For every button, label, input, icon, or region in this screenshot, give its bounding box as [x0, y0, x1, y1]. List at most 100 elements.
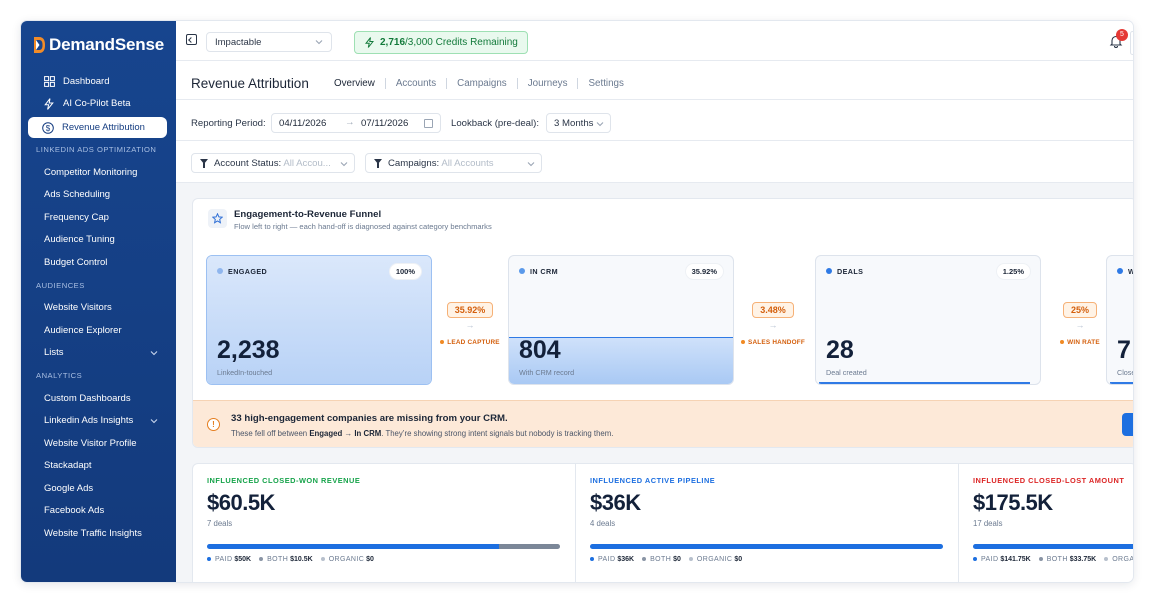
- sidebar-item-audience-tuning[interactable]: Audience Tuning: [21, 229, 176, 252]
- stage-fill-bar: [1110, 382, 1133, 384]
- paid-dot-icon: [590, 557, 594, 562]
- alert-from-stage: Engaged: [309, 429, 343, 438]
- organic-dot-icon: [688, 557, 693, 562]
- kpi-legend: PAID $50K BOTH $10.5K ORGANIC $0: [207, 556, 382, 563]
- campaigns-filter[interactable]: Campaigns: All Accounts: [365, 153, 542, 173]
- funnel-stage-in-crm[interactable]: IN CRM 35.92% 804 With CRM record: [508, 255, 734, 385]
- kpi-value: $175.5K: [973, 490, 1053, 515]
- sidebar-item-label: Audience Tuning: [44, 234, 115, 246]
- workspace-select[interactable]: Impactable: [206, 32, 332, 52]
- filter-icon: [200, 159, 208, 168]
- kpi-row: INFLUENCED CLOSED-WON REVENUE $60.5K 7 dea…: [192, 463, 1133, 582]
- funnel-subtitle: Flow left to right — each hand-off is di…: [234, 222, 492, 231]
- lookback-select[interactable]: 3 Months: [546, 113, 611, 133]
- funnel-stage-deals[interactable]: DEALS 1.25% 28 Deal created: [815, 255, 1041, 385]
- sidebar-item-dashboard[interactable]: Dashboard: [21, 70, 176, 93]
- sidebar-item-label: Audience Explorer: [44, 324, 122, 336]
- organic-amount: $0: [366, 556, 374, 563]
- both-dot-icon: [1038, 557, 1043, 562]
- account-status-label: Account Status:: [214, 158, 282, 169]
- credits-remaining-text: /3,000 Credits Remaining: [405, 37, 518, 48]
- sidebar-item-label: Dashboard: [63, 75, 110, 87]
- stage-dot-icon: [519, 268, 525, 274]
- tab-settings[interactable]: Settings: [577, 78, 633, 89]
- sidebar-item-website-visitor-profile[interactable]: Website Visitor Profile: [21, 432, 176, 455]
- sidebar-item-frequency-cap[interactable]: Frequency Cap: [21, 206, 176, 229]
- sidebar-item-label: Frequency Cap: [44, 211, 109, 223]
- kpi-card-influenced-closed-lost-amount[interactable]: INFLUENCED CLOSED-LOST AMOUNT $175.5K 17 d…: [959, 464, 1133, 582]
- alert-action-button[interactable]: [1122, 413, 1133, 436]
- sidebar-item-revenue-attribution[interactable]: $ Revenue Attribution: [28, 117, 167, 138]
- kpi-deal-count: 7 deals: [207, 519, 233, 528]
- stage-percent-badge: 100%: [389, 264, 421, 279]
- funnel-stage-engaged[interactable]: ENGAGED 100% 2,238 LinkedIn-touched: [206, 255, 432, 385]
- kpi-card-influenced-active-pipeline[interactable]: INFLUENCED ACTIVE PIPELINE $36K 4 deals PAI…: [576, 464, 959, 582]
- campaigns-placeholder: All Accounts: [441, 158, 494, 169]
- tab-campaigns[interactable]: Campaigns: [446, 78, 517, 89]
- sidebar-item-label: Website Visitor Profile: [44, 437, 137, 449]
- start-date: 04/11/2026: [279, 118, 327, 129]
- sidebar-item-budget-control[interactable]: Budget Control: [21, 251, 176, 274]
- bolt-icon: [365, 37, 374, 48]
- stage-fill-bar: [819, 382, 1030, 384]
- sidebar-item-audience-explorer[interactable]: Audience Explorer: [21, 319, 176, 342]
- sidebar-item-stackadapt[interactable]: Stackadapt: [21, 455, 176, 478]
- stage-count: 7: [1117, 336, 1131, 364]
- sidebar-item-website-traffic-insights[interactable]: Website Traffic Insights: [21, 522, 176, 545]
- sidebar-item-label: Website Traffic Insights: [44, 527, 142, 539]
- stage-name: IN CRM: [530, 267, 558, 276]
- chevron-down-icon: [315, 40, 323, 45]
- brand-logo[interactable]: DemandSense: [33, 35, 164, 55]
- organic-amount: $0: [734, 556, 743, 563]
- tab-accounts[interactable]: Accounts: [384, 78, 446, 89]
- collapse-sidebar-icon[interactable]: [186, 34, 197, 45]
- sidebar-item-ads-scheduling[interactable]: Ads Scheduling: [21, 184, 176, 207]
- sidebar-nav: Dashboard AI Co-Pilot Beta $ Revenue Attrib…: [21, 70, 176, 545]
- kpi-card-influenced-closed-won-revenue[interactable]: INFLUENCED CLOSED-WON REVENUE $60.5K 7 dea…: [193, 464, 576, 582]
- user-menu-button[interactable]: [1130, 31, 1133, 55]
- stage-name: DEALS: [837, 267, 864, 276]
- alert-text-post: . They’re showing strong intent signals …: [381, 429, 614, 438]
- dollar-icon: $: [42, 121, 54, 134]
- stage-caption: With CRM record: [519, 368, 575, 377]
- organic-dot-icon: [320, 557, 325, 562]
- reporting-filters: Reporting Period: 04/11/2026 → 07/11/202…: [176, 100, 1133, 141]
- missing-crm-alert: ! 33 high-engagement companies are missi…: [193, 400, 1133, 447]
- tab-overview[interactable]: Overview: [334, 78, 385, 102]
- account-status-filter[interactable]: Account Status: All Accou...: [191, 153, 355, 173]
- stage-name: WON: [1128, 267, 1133, 276]
- segment-filters: Account Status: All Accou... Campaigns: …: [176, 141, 1133, 183]
- paid-dot-icon: [207, 557, 211, 562]
- sidebar-item-lists[interactable]: Lists: [21, 342, 176, 365]
- alert-arrow: →: [342, 429, 355, 438]
- legend-both-label: BOTH: [1046, 556, 1068, 563]
- svg-text:$: $: [46, 123, 51, 132]
- sidebar-item-label: Revenue Attribution: [62, 122, 145, 133]
- kpi-deal-count: 4 deals: [590, 519, 616, 528]
- paid-amount: $36K: [617, 556, 635, 563]
- sidebar-item-label: Facebook Ads: [44, 505, 105, 517]
- reporting-period-label: Reporting Period:: [191, 118, 266, 129]
- lookback-label: Lookback (pre-deal):: [451, 118, 539, 129]
- sidebar-item-website-visitors[interactable]: Website Visitors: [21, 297, 176, 320]
- sidebar-item-facebook-ads[interactable]: Facebook Ads: [21, 500, 176, 523]
- arrow-right-icon: →: [345, 117, 355, 128]
- sidebar-item-custom-dashboards[interactable]: Custom Dashboards: [21, 387, 176, 410]
- sidebar-section-title: LINKEDIN ADS OPTIMIZATION: [36, 145, 157, 154]
- legend-organic-label: ORGANIC: [328, 556, 365, 563]
- paid-segment: [207, 544, 499, 549]
- date-range-picker[interactable]: 04/11/2026 → 07/11/2026: [271, 113, 441, 133]
- notification-count-badge: 5: [1116, 29, 1128, 41]
- funnel-card: Engagement-to-Revenue Funnel Flow left t…: [192, 198, 1133, 448]
- sidebar-item-ai-co-pilot-beta[interactable]: AI Co-Pilot Beta: [21, 93, 176, 116]
- sidebar-item-google-ads[interactable]: Google Ads: [21, 477, 176, 500]
- both-dot-icon: [259, 557, 264, 562]
- chevron-down-icon: [527, 162, 535, 167]
- sidebar-item-linkedin-ads-insights[interactable]: Linkedin Ads Insights: [21, 410, 176, 433]
- brand-name: DemandSense: [49, 35, 164, 54]
- tab-journeys[interactable]: Journeys: [516, 78, 578, 89]
- sidebar-item-competitor-monitoring[interactable]: Competitor Monitoring: [21, 161, 176, 184]
- sidebar-section-title: ANALYTICS: [36, 371, 83, 380]
- legend-paid-label: PAID: [598, 556, 616, 563]
- stage-count: 2,238: [217, 336, 280, 364]
